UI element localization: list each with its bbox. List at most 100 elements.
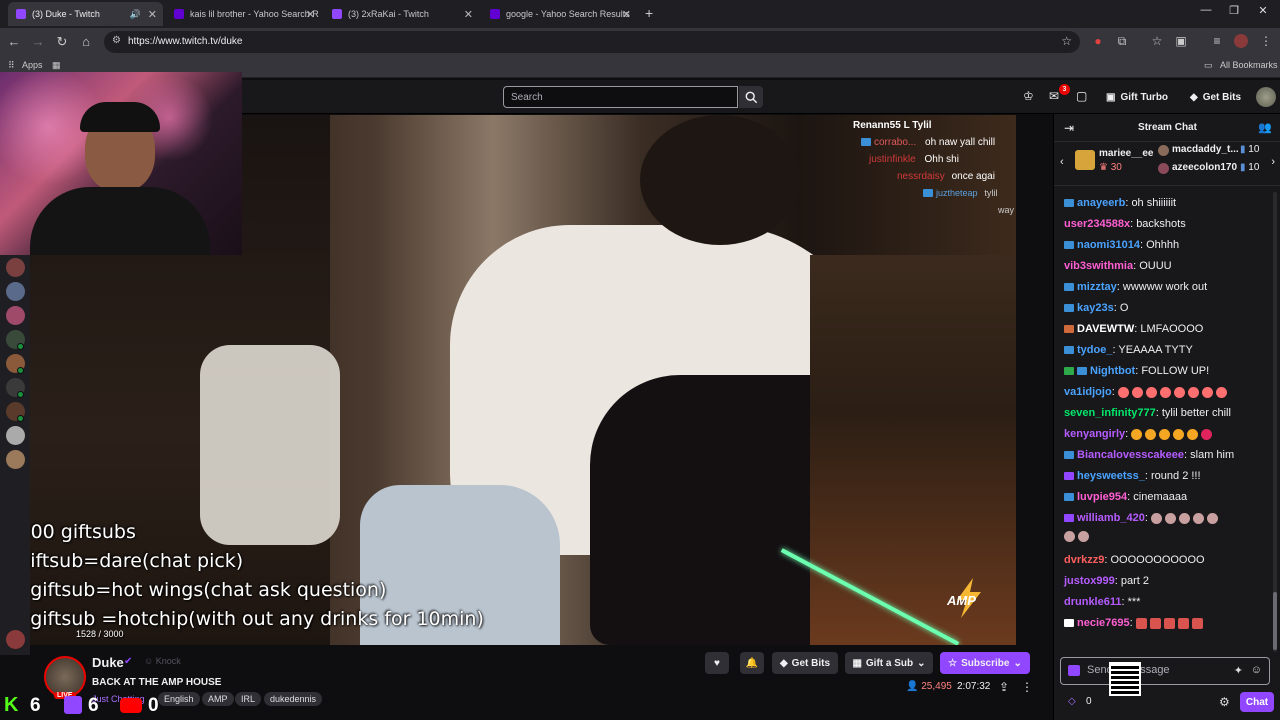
chat-username[interactable]: kenyangirly [1064, 428, 1125, 440]
bits-cheer-icon[interactable]: ✦ [1234, 664, 1243, 677]
chat-username[interactable]: dvrkzz9 [1064, 554, 1104, 566]
chat-username[interactable]: mizztay [1077, 281, 1117, 293]
chat-username[interactable]: Nightbot [1090, 365, 1135, 377]
chat-username[interactable]: naomi31014 [1077, 239, 1140, 251]
chat-input-box[interactable]: ✦ ☺ [1060, 657, 1270, 685]
extension-icon[interactable]: ● [1090, 34, 1106, 48]
chat-username[interactable]: vib3swithmia [1064, 260, 1133, 272]
followed-channel-avatar[interactable] [6, 630, 25, 649]
close-tab-icon[interactable]: ✕ [622, 8, 631, 21]
chat-username[interactable]: anayeerb [1077, 197, 1125, 209]
browser-menu-icon[interactable]: ⋮ [1258, 34, 1274, 48]
close-tab-icon[interactable]: ✕ [306, 8, 315, 21]
chat-scrollbar[interactable] [1273, 192, 1277, 652]
chat-username[interactable]: drunkle611 [1064, 596, 1121, 608]
sidepanel-icon[interactable]: ▣ [1173, 34, 1189, 48]
back-icon[interactable]: ← [6, 34, 22, 49]
knock-button[interactable]: ☺ Knock [144, 656, 181, 666]
apps-grid-icon[interactable]: ⠿ [8, 60, 15, 71]
close-tab-icon[interactable]: ✕ [148, 8, 157, 21]
emote-picker-icon[interactable]: ☺ [1251, 664, 1262, 676]
chat-username[interactable]: williamb_420 [1077, 512, 1145, 524]
crown-prime-icon[interactable]: ♔ [1023, 89, 1034, 103]
notifications-bell-button[interactable]: 🔔 [740, 652, 764, 674]
extensions-puzzle-icon[interactable]: ⧉ [1114, 34, 1130, 49]
browser-tab-yahoo-kais[interactable]: kais lil brother - Yahoo Search R ✕ [166, 2, 321, 26]
chat-username[interactable]: heysweetss_ [1077, 470, 1145, 482]
emote-icon [1145, 428, 1157, 440]
chat-username[interactable]: kay23s [1077, 302, 1114, 314]
chat-username[interactable]: luvpie954 [1077, 491, 1127, 503]
subscribe-button[interactable]: ☆ Subscribe ⌄ [940, 652, 1030, 674]
chat-username[interactable]: DAVEWTW [1077, 323, 1134, 335]
media-control-icon[interactable]: ≡ [1209, 34, 1225, 48]
bookmark-star-icon[interactable]: ☆ [1061, 34, 1072, 48]
chat-text: round 2 !!! [1151, 470, 1201, 482]
channel-points-icon[interactable]: ◇ [1068, 696, 1076, 707]
minimize-icon[interactable]: — [1191, 4, 1221, 16]
whispers-icon[interactable]: ▢ [1076, 89, 1087, 103]
get-bits-button[interactable]: ◆ Get Bits [1190, 87, 1241, 107]
speaker-icon[interactable]: 🔊 [130, 9, 141, 20]
chat-username[interactable]: necie7695 [1077, 617, 1130, 629]
browser-tab-yahoo-google[interactable]: google - Yahoo Search Results ✕ [482, 2, 637, 26]
restore-icon[interactable]: ❐ [1219, 4, 1249, 17]
follow-heart-button[interactable]: ♥ [705, 652, 729, 674]
all-bookmarks-link[interactable]: All Bookmarks [1220, 60, 1278, 70]
user-avatar[interactable] [1256, 87, 1276, 107]
more-options-icon[interactable]: ⋮ [1021, 680, 1033, 694]
chat-username[interactable]: va1idjojo [1064, 386, 1112, 398]
gift-a-sub-button[interactable]: ▦ Gift a Sub ⌄ [845, 652, 933, 674]
site-info-icon[interactable]: ⚙ [112, 35, 121, 46]
channel-get-bits-button[interactable]: ◆ Get Bits [772, 652, 838, 674]
search-button[interactable] [739, 86, 763, 108]
followed-channel-avatar[interactable] [6, 282, 25, 301]
badge-icon [1064, 199, 1074, 208]
gifter-name[interactable]: azeecolon170 [1172, 162, 1237, 173]
tag-amp[interactable]: AMP [202, 692, 234, 706]
gifter-name[interactable]: mariee__ee [1099, 148, 1154, 159]
close-window-icon[interactable]: ✕ [1248, 4, 1278, 17]
gifter-name[interactable]: macdaddy_t... [1172, 144, 1239, 155]
apps-bookmark[interactable]: Apps [22, 60, 43, 70]
chat-message-input[interactable] [1087, 664, 1227, 676]
browser-tab-duke[interactable]: (3) Duke - Twitch 🔊 ✕ [8, 2, 163, 26]
chat-username[interactable]: tydoe_ [1077, 344, 1112, 356]
chat-scrollbar-thumb[interactable] [1273, 592, 1277, 650]
chat-username[interactable]: Biancalovesscakeee [1077, 449, 1184, 461]
address-bar[interactable]: ⚙ https://www.twitch.tv/duke ☆ [104, 31, 1080, 53]
chat-identity-icon[interactable] [1068, 665, 1080, 676]
badge-icon [1064, 367, 1074, 376]
followed-channel-avatar[interactable] [6, 426, 25, 445]
forward-icon[interactable]: → [30, 34, 46, 49]
profile-avatar[interactable] [1234, 34, 1248, 48]
chevron-left-icon[interactable]: ‹ [1060, 156, 1064, 168]
followed-channel-avatar[interactable] [6, 258, 25, 277]
chat-send-button[interactable]: Chat [1240, 692, 1274, 712]
community-users-icon[interactable]: 👥 [1258, 121, 1272, 134]
emote-icon [1078, 530, 1089, 542]
chat-username[interactable]: justox999 [1064, 575, 1115, 587]
share-icon[interactable]: ⇪ [999, 680, 1009, 694]
bookmarks-icon[interactable]: ☆ [1149, 34, 1165, 48]
tab-search-icon[interactable]: ▦ [52, 60, 61, 71]
chat-message: mizztay: wwwww work out [1064, 281, 1207, 293]
channel-name[interactable]: Duke [92, 655, 124, 670]
close-tab-icon[interactable]: ✕ [464, 8, 473, 21]
followed-channel-avatar[interactable] [6, 306, 25, 325]
qr-code-overlay [1109, 662, 1141, 696]
followed-channel-avatar[interactable] [6, 450, 25, 469]
reload-icon[interactable]: ↻ [54, 34, 70, 50]
new-tab-icon[interactable]: + [645, 5, 653, 21]
browser-tab-2xrakai[interactable]: (3) 2xRaKai - Twitch ✕ [324, 2, 479, 26]
gift-turbo-button[interactable]: ▣ Gift Turbo [1106, 87, 1168, 107]
home-icon[interactable]: ⌂ [78, 34, 94, 49]
chat-settings-icon[interactable]: ⚙ [1219, 695, 1230, 709]
chat-username[interactable]: seven_infinity777 [1064, 407, 1156, 419]
chevron-right-icon[interactable]: › [1271, 156, 1275, 168]
tag-dukedennis[interactable]: dukedennis [264, 692, 323, 706]
tag-irl[interactable]: IRL [235, 692, 262, 706]
inbox-icon[interactable]: ✉ [1049, 89, 1059, 103]
search-input[interactable] [503, 86, 738, 108]
chat-username[interactable]: user234588x [1064, 218, 1130, 230]
